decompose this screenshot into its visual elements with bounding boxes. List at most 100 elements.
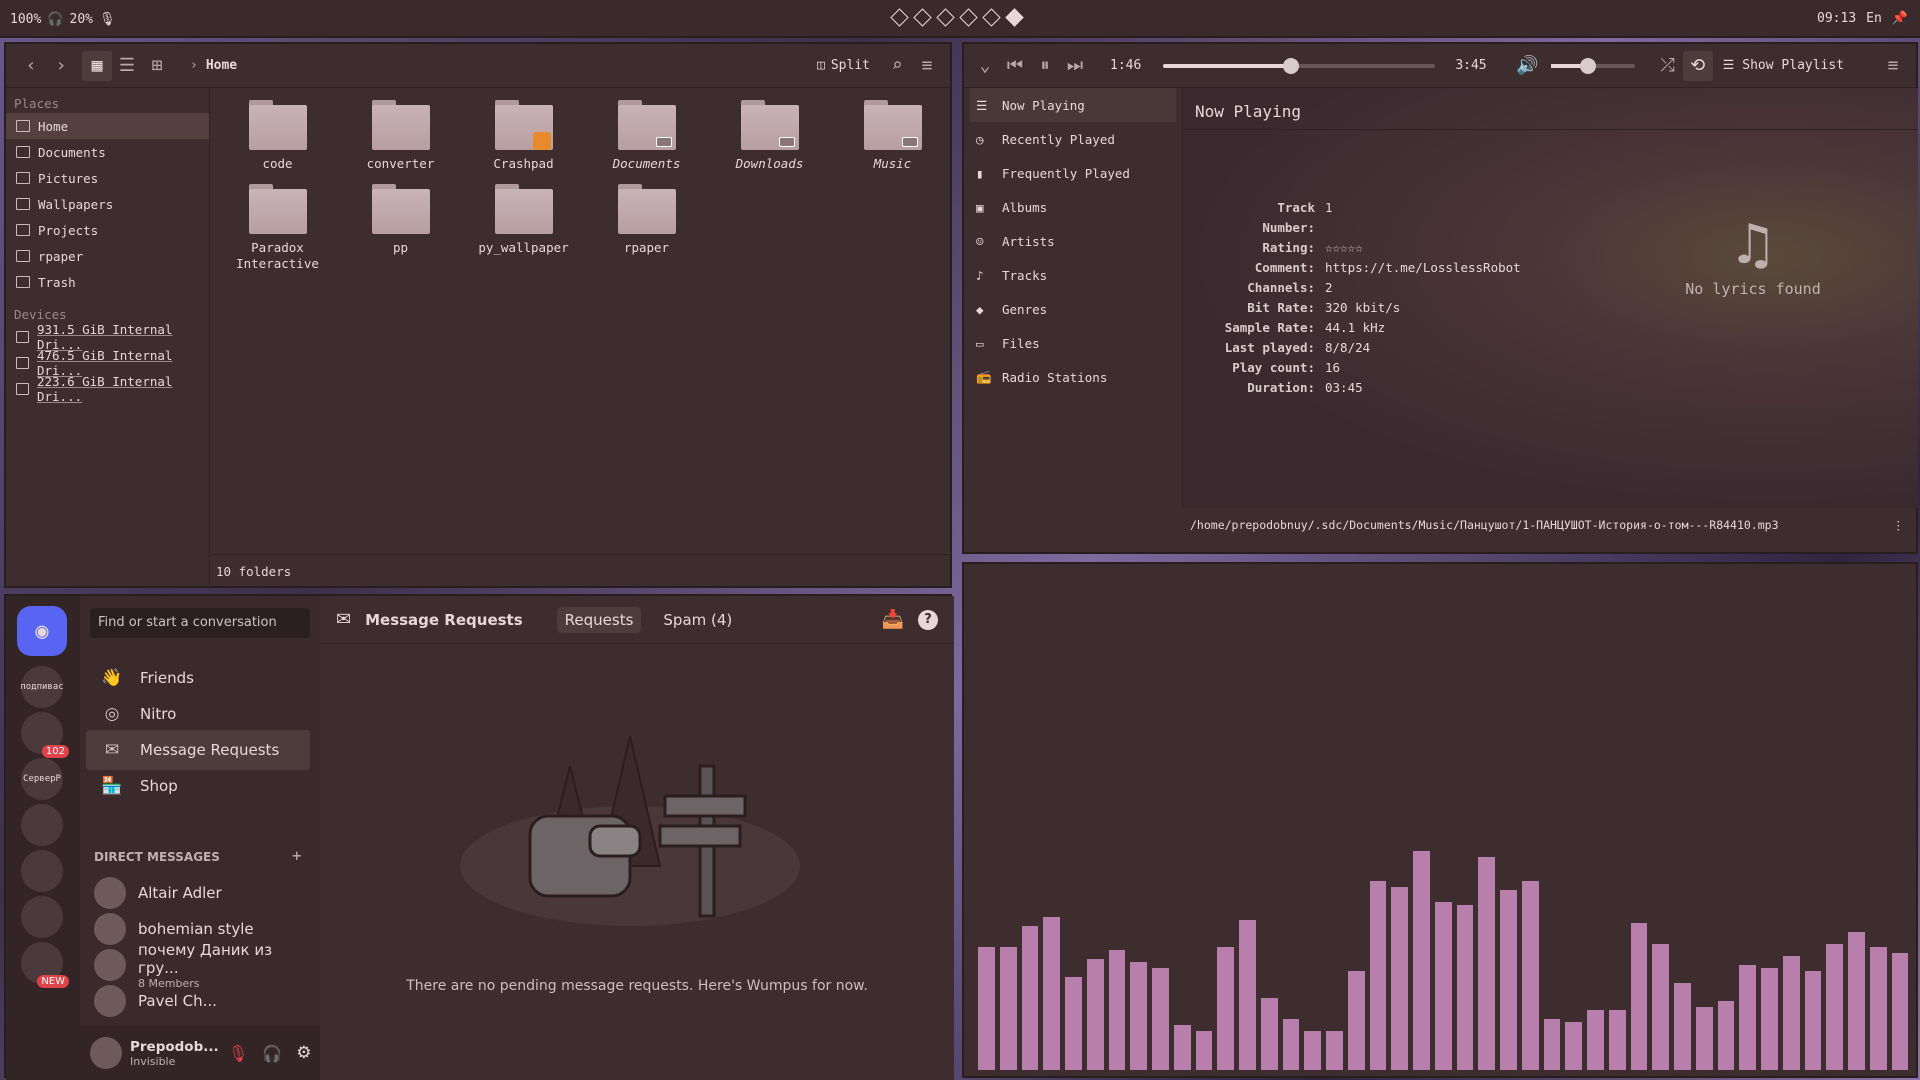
place-item[interactable]: Home	[6, 113, 209, 139]
add-dm-icon[interactable]: +	[292, 846, 302, 865]
library-nav-item[interactable]: ♪ Tracks	[964, 258, 1182, 292]
folder-item[interactable]: Documents	[585, 100, 708, 172]
server-icon[interactable]	[21, 850, 63, 892]
server-icon[interactable]: 102	[21, 712, 69, 758]
workspace-2[interactable]	[913, 8, 932, 27]
place-item[interactable]: Trash	[6, 269, 209, 295]
pin-icon[interactable]: 📌	[1892, 11, 1908, 26]
kebab-menu-icon[interactable]: ⋮	[1893, 518, 1905, 532]
discord-home-icon[interactable]: ◉	[17, 606, 67, 656]
shuffle-icon[interactable]: ⤮	[1653, 51, 1683, 81]
place-item[interactable]: Pictures	[6, 165, 209, 191]
library-nav-item[interactable]: ◷ Recently Played	[964, 122, 1182, 156]
library-nav-item[interactable]: ◆ Genres	[964, 292, 1182, 326]
keyboard-layout[interactable]: En	[1866, 11, 1882, 26]
server-icon[interactable]: подпивас	[20, 666, 64, 708]
volume-slider[interactable]	[1550, 57, 1635, 74]
compact-view-icon[interactable]: ☰	[112, 51, 142, 81]
place-item[interactable]: rpaper	[6, 243, 209, 269]
dm-nav-shop[interactable]: 🏪 Shop	[86, 766, 310, 806]
workspace-6[interactable]	[1005, 8, 1024, 27]
info-key: Play count:	[1232, 360, 1315, 375]
split-button[interactable]: ◫ Split	[817, 58, 870, 73]
rating-stars[interactable]: ☆☆☆☆☆	[1325, 238, 1363, 258]
dm-name: Pavel Ch...	[138, 992, 217, 1010]
next-track-icon[interactable]: ⏭	[1060, 51, 1090, 81]
workspace-5[interactable]	[982, 8, 1001, 27]
folder-icon	[494, 100, 553, 150]
drive-icon	[16, 331, 29, 343]
hamburger-menu-icon[interactable]: ≡	[912, 51, 942, 81]
device-item[interactable]: 931.5 GiB Internal Dri...	[6, 322, 209, 352]
help-icon[interactable]: ?	[918, 609, 938, 630]
library-nav-item[interactable]: ▮ Frequently Played	[964, 156, 1182, 190]
server-icon[interactable]: СерверР	[21, 758, 63, 800]
workspace-switcher[interactable]	[890, 8, 1024, 27]
forward-arrow-icon[interactable]: ›	[46, 51, 76, 81]
volume-handle[interactable]	[1580, 57, 1597, 74]
mic-muted-icon[interactable]: 🎙	[228, 1044, 248, 1063]
repeat-icon[interactable]: ⟲	[1682, 50, 1713, 81]
message-requests-icon: ✉	[104, 740, 120, 760]
server-icon[interactable]	[21, 804, 63, 846]
search-input[interactable]: Find or start a conversation	[90, 608, 310, 638]
breadcrumb[interactable]: Home	[206, 58, 237, 73]
dm-nav-friends[interactable]: 👋 Friends	[86, 658, 310, 698]
folder-item[interactable]: converter	[339, 100, 462, 172]
server-icon[interactable]: NEW	[21, 942, 69, 988]
place-item[interactable]: Wallpapers	[6, 191, 209, 217]
back-arrow-icon[interactable]: ‹	[16, 51, 46, 81]
avatar[interactable]	[90, 1037, 122, 1069]
workspace-4[interactable]	[959, 8, 978, 27]
folder-item[interactable]: code	[216, 100, 339, 172]
icon-view-icon[interactable]: ▦	[82, 50, 112, 81]
place-item[interactable]: Projects	[6, 217, 209, 243]
folder-name: Paradox Interactive	[236, 240, 319, 271]
spectrum-bar	[1848, 932, 1865, 1070]
folder-item[interactable]: Crashpad	[462, 100, 585, 172]
server-icon[interactable]	[21, 896, 63, 938]
library-nav-item[interactable]: ▣ Albums	[964, 190, 1182, 224]
inbox-icon[interactable]: 📥	[882, 609, 904, 630]
show-playlist-button[interactable]: ☰ Show Playlist	[1723, 58, 1844, 73]
spectrum-bar	[1826, 944, 1843, 1070]
dm-item[interactable]: Pavel Ch...	[86, 980, 310, 1022]
search-icon[interactable]: ⌕	[882, 51, 912, 81]
folder-item[interactable]: rpaper	[585, 184, 708, 272]
audio-visualizer-window	[962, 562, 1918, 1078]
library-nav-item[interactable]: 📻 Radio Stations	[964, 360, 1182, 394]
previous-track-icon[interactable]: ⏮	[1000, 51, 1030, 81]
folder-item[interactable]: Paradox Interactive	[216, 184, 339, 272]
settings-gear-icon[interactable]: ⚙	[296, 1043, 311, 1063]
track-info-row: Bit Rate: 320 kbit/s	[1223, 298, 1521, 318]
tab-requests[interactable]: Requests	[556, 606, 642, 633]
folder-item[interactable]: py_wallpaper	[462, 184, 585, 272]
workspace-1[interactable]	[890, 8, 909, 27]
player-menu-icon[interactable]: ≡	[1878, 51, 1908, 81]
pause-icon[interactable]: ⏸	[1030, 51, 1060, 81]
folder-item[interactable]: pp	[339, 184, 462, 272]
workspace-3[interactable]	[936, 8, 955, 27]
headphones-icon[interactable]: 🎧	[262, 1044, 282, 1063]
chevron-down-icon[interactable]: ⌄	[970, 51, 1000, 81]
file-manager-window: ‹ › ▦ ☰ ⊞ › Home ◫ Split ⌕ ≡ Places Home D…	[4, 42, 952, 588]
info-value: 16	[1325, 360, 1341, 375]
dm-nav-nitro[interactable]: ◎ Nitro	[86, 694, 310, 734]
dm-nav-message-requests[interactable]: ✉ Message Requests	[86, 730, 310, 770]
playlist-icon: ☰	[1722, 58, 1735, 73]
library-nav-item[interactable]: ☰ Now Playing	[970, 88, 1176, 122]
library-nav-item[interactable]: ☺ Artists	[964, 224, 1182, 258]
library-nav-item[interactable]: ▭ Files	[964, 326, 1182, 360]
seek-handle[interactable]	[1283, 57, 1300, 74]
device-item[interactable]: 476.5 GiB Internal Dri...	[6, 348, 209, 378]
tree-view-icon[interactable]: ⊞	[142, 51, 172, 81]
folder-item[interactable]: Downloads	[708, 100, 831, 172]
info-key: Comment:	[1254, 260, 1315, 275]
microphone-icon: 🎙	[98, 12, 116, 27]
volume-icon[interactable]: 🔊	[1513, 51, 1543, 81]
seek-slider[interactable]	[1163, 57, 1436, 74]
tab-spam[interactable]: Spam (4)	[655, 607, 740, 633]
folder-item[interactable]: Music	[831, 100, 954, 172]
device-item[interactable]: 223.6 GiB Internal Dri...	[6, 374, 209, 404]
place-item[interactable]: Documents	[6, 139, 209, 165]
